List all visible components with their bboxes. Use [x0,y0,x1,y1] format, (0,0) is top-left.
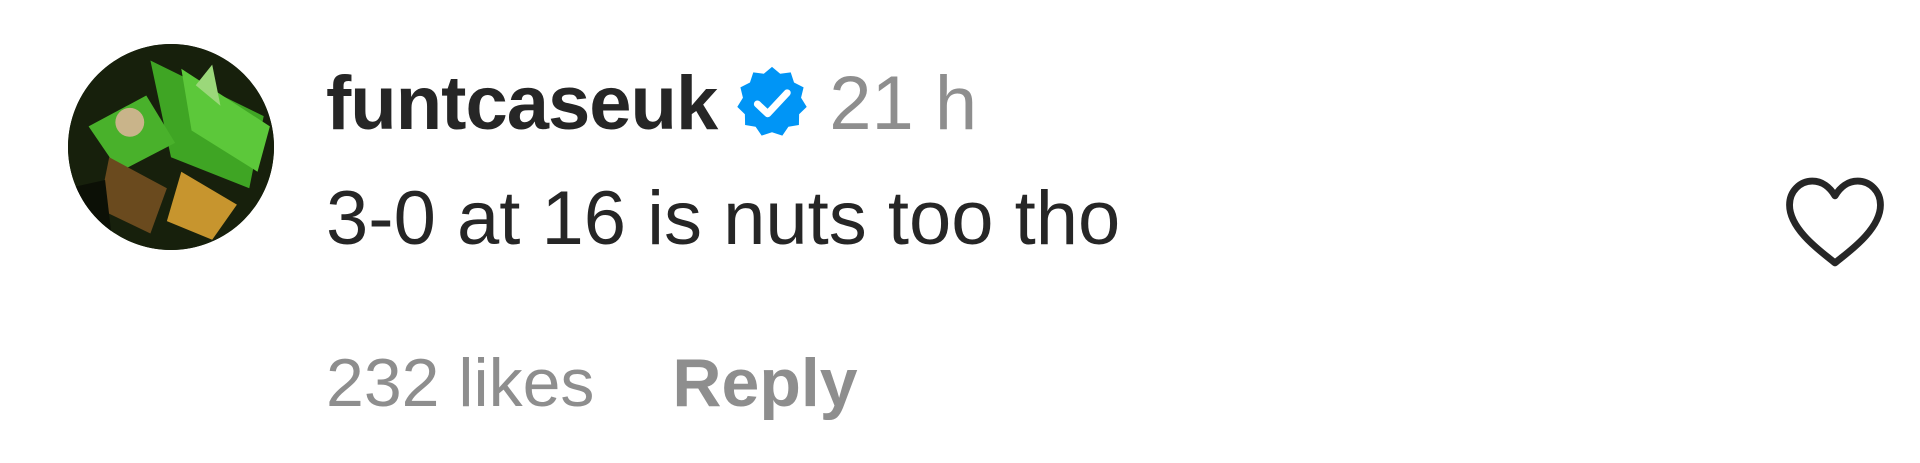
likes-count[interactable]: 232 likes [326,344,594,422]
comment-timestamp[interactable]: 21 h [829,60,977,147]
like-button[interactable] [1780,172,1890,272]
avatar[interactable] [68,44,274,250]
username-link[interactable]: funtcaseuk [326,60,718,147]
verified-badge-icon [733,64,811,142]
comment-header: funtcaseuk 21 h [326,58,977,148]
reply-button[interactable]: Reply [672,344,857,422]
comment-item: funtcaseuk 21 h 3-0 at 16 is nuts too th… [0,0,1920,463]
avatar-image [68,44,274,250]
comment-text: 3-0 at 16 is nuts too tho [326,176,1121,261]
comment-actions: 232 likes Reply [326,338,858,428]
heart-outline-icon [1786,177,1884,267]
